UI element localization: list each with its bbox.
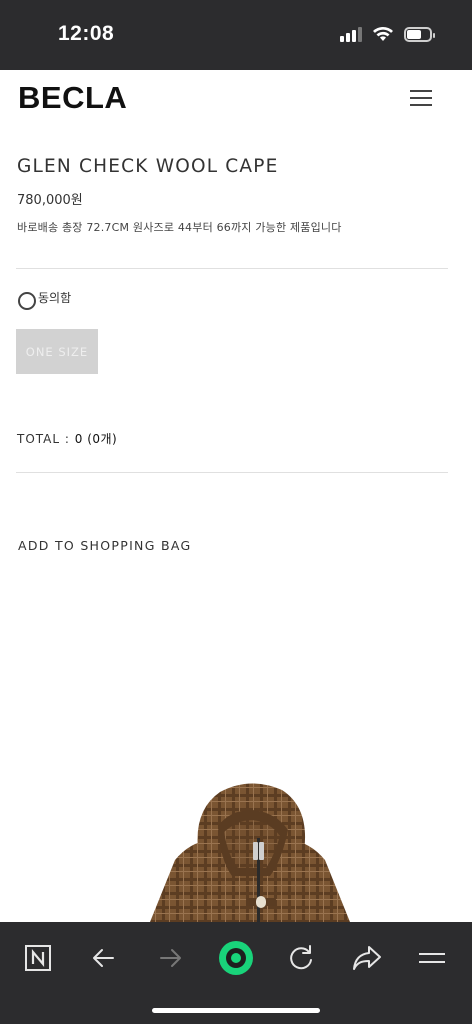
menu-icon[interactable] bbox=[410, 936, 454, 980]
hamburger-menu-icon[interactable] bbox=[410, 90, 432, 106]
green-home-icon[interactable] bbox=[214, 936, 258, 980]
agree-radio[interactable]: 동의함 bbox=[18, 288, 71, 310]
add-to-bag-button[interactable]: ADD TO SHOPPING BAG bbox=[18, 538, 191, 553]
back-arrow-icon[interactable] bbox=[82, 936, 126, 980]
status-bar: 12:08 bbox=[0, 0, 472, 70]
product-photo-icon bbox=[150, 783, 350, 922]
divider bbox=[16, 472, 448, 473]
product-price: 780,000원 bbox=[17, 193, 83, 208]
forward-arrow-icon[interactable] bbox=[148, 936, 192, 980]
home-indicator bbox=[152, 1008, 320, 1013]
divider bbox=[16, 268, 448, 269]
status-icons bbox=[340, 26, 435, 42]
total-value: 0 (0개) bbox=[74, 432, 118, 446]
share-icon[interactable] bbox=[345, 936, 389, 980]
total-label: TOTAL : bbox=[17, 432, 75, 446]
size-option-button[interactable]: ONE SIZE bbox=[16, 329, 98, 374]
signal-icon bbox=[340, 26, 362, 42]
product-image bbox=[120, 780, 380, 922]
battery-icon bbox=[404, 26, 435, 42]
product-description: 바로배송 총장 72.7CM 원사즈로 44부터 66까지 가능한 제품입니다 bbox=[17, 221, 342, 234]
battery-level bbox=[407, 29, 421, 39]
radio-button[interactable] bbox=[18, 292, 36, 310]
naver-n-icon[interactable] bbox=[16, 936, 60, 980]
reload-icon[interactable] bbox=[279, 936, 323, 980]
total-line: TOTAL : 0 (0개) bbox=[17, 430, 117, 447]
status-time: 12:08 bbox=[58, 22, 115, 45]
agree-label: 동의함 bbox=[38, 290, 72, 305]
product-name: GLEN CHECK WOOL CAPE bbox=[17, 156, 279, 177]
wifi-icon bbox=[373, 27, 393, 41]
site-header: BECLA bbox=[0, 70, 472, 130]
brand-logo[interactable]: BECLA bbox=[18, 80, 127, 116]
